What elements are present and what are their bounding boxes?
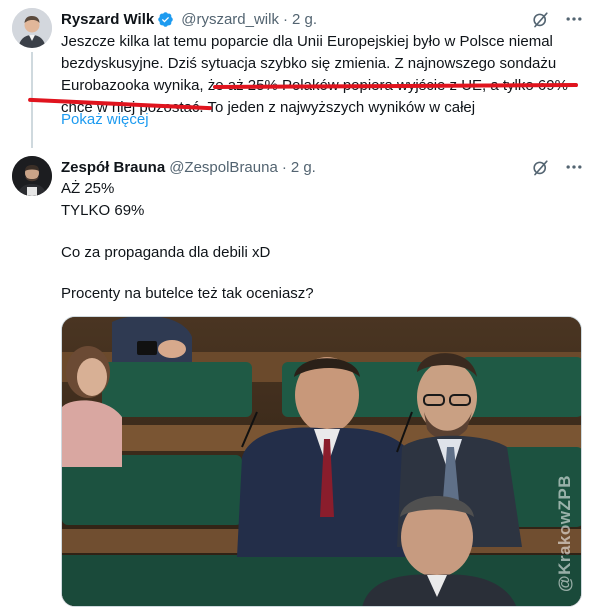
tweet-zespol-brauna[interactable]: Zespół Brauna @ZespolBrauna · 2 g. AŻ 25… (0, 148, 600, 616)
tweet-header: Zespół Brauna @ZespolBrauna · 2 g. (61, 157, 316, 177)
author-name[interactable]: Zespół Brauna (61, 159, 165, 176)
show-more-link[interactable]: Pokaż więcej (61, 111, 149, 128)
tweet-text-line: Co za propaganda dla debili xD (61, 244, 271, 261)
more-icon[interactable] (564, 9, 584, 29)
tweet-ryszard-wilk[interactable]: Ryszard Wilk @ryszard_wilk · 2 g. Jeszcz… (0, 0, 600, 148)
avatar-portrait-image (12, 156, 52, 196)
parliament-photo-image (62, 317, 581, 606)
separator-dot: · (282, 10, 288, 28)
grok-icon[interactable] (531, 10, 550, 29)
grok-icon[interactable] (531, 158, 550, 177)
tweet-actions (531, 157, 584, 177)
tweet-text-line: Jeszcze kilka lat temu poparcie dla Unii… (61, 33, 553, 50)
avatar-portrait-image (12, 8, 52, 48)
avatar-zespol-brauna[interactable] (12, 156, 52, 196)
tweet-header: Ryszard Wilk @ryszard_wilk · 2 g. (61, 9, 317, 29)
tweet-time[interactable]: 2 g. (292, 11, 317, 28)
photo-watermark: @KrakowZPB (555, 475, 574, 592)
tweet-text-line: Procenty na butelce też tak oceniasz? (61, 285, 314, 302)
tweet-actions (531, 9, 584, 29)
author-handle[interactable]: @ZespolBrauna (169, 159, 278, 176)
tweet-text-line: bezdyskusyjne. Dziś sytuacja szybko się … (61, 55, 557, 72)
tweet-text-line: AŻ 25% (61, 180, 115, 197)
tweet-text-line: TYLKO 69% (61, 202, 145, 219)
tweet-photo[interactable]: @KrakowZPB (61, 316, 582, 607)
author-name[interactable]: Ryszard Wilk (61, 11, 154, 28)
tweet-time[interactable]: 2 g. (291, 159, 316, 176)
more-icon[interactable] (564, 157, 584, 177)
verified-badge-icon (157, 11, 174, 28)
separator-dot: · (281, 158, 287, 176)
author-handle[interactable]: @ryszard_wilk (181, 11, 279, 28)
avatar-ryszard-wilk[interactable] (12, 8, 52, 48)
